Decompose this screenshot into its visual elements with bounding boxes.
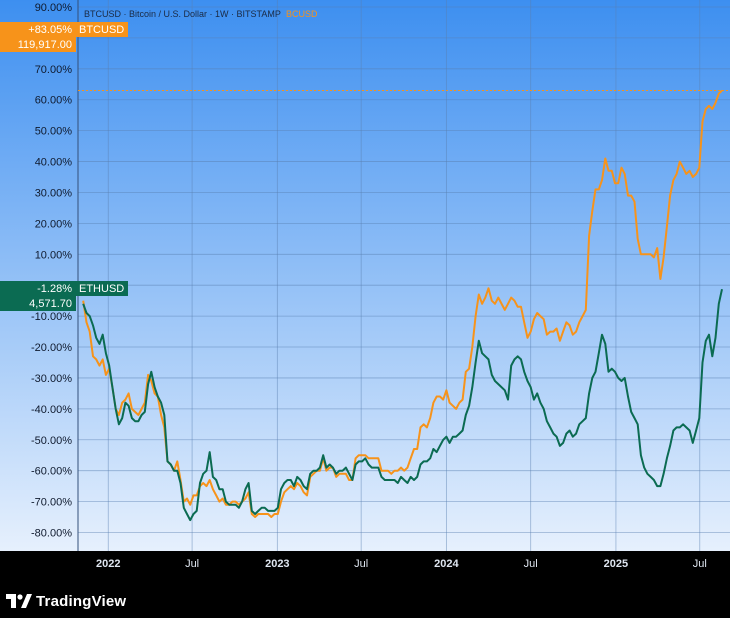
symbol-description: BTCUSD · Bitcoin / U.S. Dollar · 1W · BI… <box>84 9 281 19</box>
y-tick-label: 20.00% <box>35 218 73 230</box>
x-tick-label: Jul <box>185 558 199 570</box>
x-tick-label: Jul <box>524 558 538 570</box>
x-axis-background <box>0 551 730 589</box>
y-tick-label: 70.00% <box>35 64 73 76</box>
tradingview-brand: TradingView <box>36 592 127 610</box>
footer-bar: TradingView <box>0 589 730 613</box>
x-tick-label: Jul <box>354 558 368 570</box>
y-tick-label: 60.00% <box>35 95 73 107</box>
comparison-chart[interactable]: 90.00%80.00%70.00%60.00%50.00%40.00%30.0… <box>0 0 730 613</box>
tradingview-logo[interactable]: TradingView <box>6 593 126 610</box>
x-tick-label: 2023 <box>265 558 289 570</box>
y-tick-label: -10.00% <box>31 311 72 323</box>
y-tick-label: 40.00% <box>35 157 73 169</box>
x-tick-label: 2022 <box>96 558 120 570</box>
y-tick-label: 90.00% <box>35 2 73 14</box>
y-tick-label: 10.00% <box>35 249 73 261</box>
y-tick-label: -70.00% <box>31 497 72 509</box>
last-price-label: 4,571.70 <box>29 298 72 310</box>
y-tick-label: 30.00% <box>35 187 73 199</box>
y-tick-label: -80.00% <box>31 528 72 540</box>
x-tick-label: Jul <box>693 558 707 570</box>
plot-background <box>0 0 730 551</box>
chart-frame: 90.00%80.00%70.00%60.00%50.00%40.00%30.0… <box>0 0 730 613</box>
x-tick-label: 2025 <box>604 558 628 570</box>
y-tick-label: -20.00% <box>31 342 72 354</box>
x-tick-label: 2024 <box>434 558 459 570</box>
y-tick-label: -50.00% <box>31 435 72 447</box>
symbol-badge-label: ETHUSD <box>79 283 124 295</box>
last-change-label: +83.05% <box>28 24 72 36</box>
symbol-badge-label: BTCUSD <box>79 24 124 36</box>
y-tick-label: 50.00% <box>35 126 73 138</box>
y-tick-label: -40.00% <box>31 404 72 416</box>
y-tick-label: -30.00% <box>31 373 72 385</box>
last-change-label: -1.28% <box>37 283 72 295</box>
compare-symbol-tag: BCUSD <box>286 9 318 19</box>
tradingview-logo-icon <box>6 594 32 608</box>
last-price-label: 119,917.00 <box>18 39 72 51</box>
y-tick-label: -60.00% <box>31 466 72 478</box>
